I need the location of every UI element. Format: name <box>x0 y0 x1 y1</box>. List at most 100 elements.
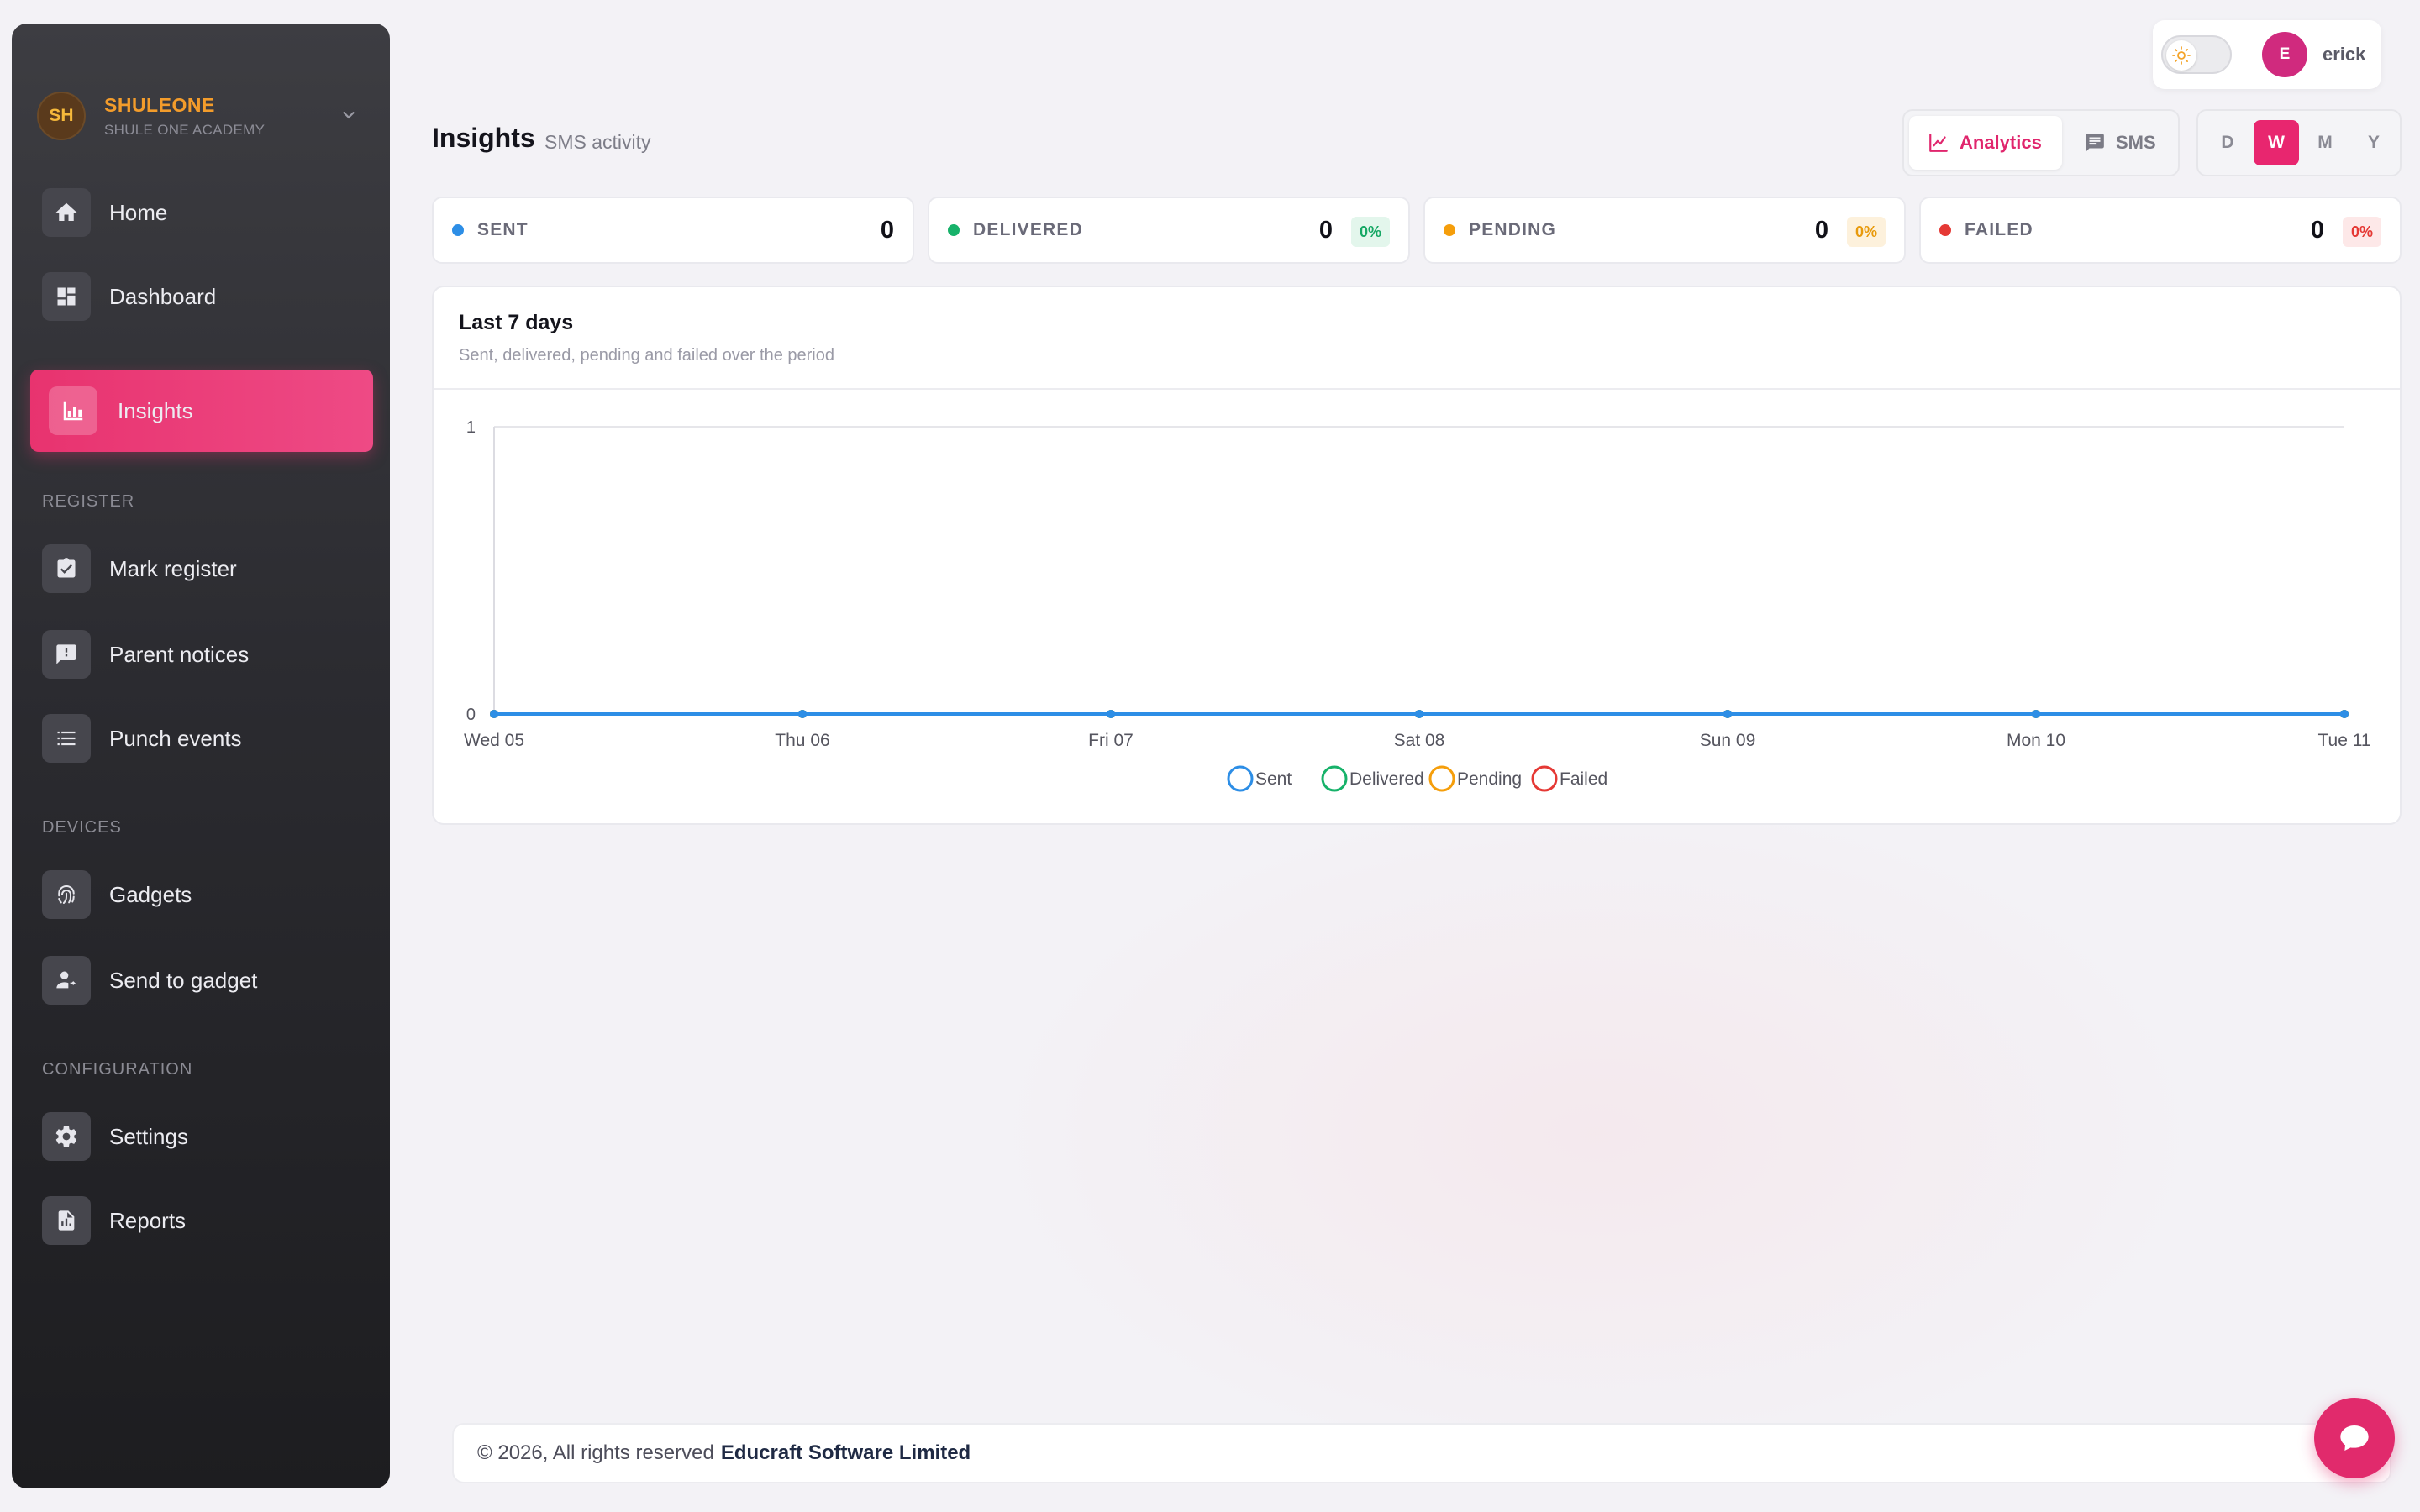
period-month-button[interactable]: M <box>2302 120 2348 165</box>
x-tick-label: Thu 06 <box>775 731 829 750</box>
line-chart-icon <box>1929 134 1948 152</box>
user-send-icon <box>56 971 76 989</box>
sidebar-item-gadgets[interactable]: Gadgets <box>30 853 373 936</box>
theme-toggle[interactable] <box>2161 35 2232 74</box>
stat-value: 0 <box>1814 217 1828 244</box>
home-icon <box>55 202 77 221</box>
period-year-button[interactable]: Y <box>2351 120 2396 165</box>
period-week-button[interactable]: W <box>2254 120 2299 165</box>
data-point-sent <box>798 710 807 718</box>
sidebar: SH SHULEONE SHULE ONE ACADEMY Home Dashb… <box>12 24 390 1488</box>
status-dot <box>452 224 464 236</box>
legend-label: Delivered <box>1349 769 1424 789</box>
x-tick-label: Wed 05 <box>464 731 524 750</box>
sms-tab[interactable]: SMS <box>2072 116 2173 170</box>
bar-chart-icon <box>63 401 83 421</box>
sidebar-item-label: Dashboard <box>109 283 217 309</box>
sidebar-item-reports[interactable]: Reports <box>30 1179 373 1262</box>
status-dot <box>1444 224 1455 236</box>
stat-label: DELIVERED <box>973 220 1083 239</box>
sidebar-item-label: Gadgets <box>109 881 192 907</box>
chevron-down-icon <box>343 112 355 119</box>
legend-label: Pending <box>1457 769 1522 789</box>
x-tick-label: Sun 09 <box>1700 731 1756 750</box>
stat-label: PENDING <box>1469 220 1557 239</box>
sidebar-item-label: Punch events <box>109 725 242 751</box>
user-toolbar: E erick <box>2153 20 2381 89</box>
sidebar-item-send-to-gadget[interactable]: Send to gadget <box>30 939 373 1021</box>
stat-card-sent: SENT 0 <box>432 197 914 264</box>
sidebar-item-label: Mark register <box>109 555 237 581</box>
data-point-sent <box>1723 710 1732 718</box>
sidebar-item-label: Send to gadget <box>109 967 258 993</box>
page-subtitle: SMS activity <box>544 131 651 153</box>
background-glow <box>924 756 2269 1512</box>
brand-switcher[interactable]: SH SHULEONE SHULE ONE ACADEMY <box>37 89 373 143</box>
stat-card-pending: PENDING 0 0% <box>1423 197 1906 264</box>
chat-button[interactable] <box>2314 1398 2395 1478</box>
section-label-register: REGISTER <box>42 492 135 511</box>
x-tick-label: Mon 10 <box>2007 731 2065 750</box>
sidebar-item-mark-register[interactable]: Mark register <box>30 528 373 610</box>
chat-bubble-icon <box>2340 1425 2369 1451</box>
data-point-sent <box>490 710 498 718</box>
brand-subtitle: SHULE ONE ACADEMY <box>104 121 266 138</box>
alert-message-icon <box>56 644 76 664</box>
user-name[interactable]: erick <box>2323 44 2365 66</box>
sidebar-item-punch-events[interactable]: Punch events <box>30 697 373 780</box>
chart-description: Sent, delivered, pending and failed over… <box>459 346 834 365</box>
legend-swatch <box>1428 765 1455 792</box>
x-tick-label: Tue 11 <box>2317 731 2370 750</box>
stat-value: 0 <box>880 217 894 244</box>
legend-label: Failed <box>1560 769 1607 789</box>
page-title: Insights <box>432 123 535 153</box>
sidebar-item-label: Home <box>109 199 168 225</box>
sidebar-item-label: Insights <box>118 397 193 423</box>
message-icon <box>2086 134 2104 152</box>
sidebar-item-dashboard[interactable]: Dashboard <box>30 255 373 338</box>
x-tick-label: Sat 08 <box>1394 731 1445 750</box>
stat-label: FAILED <box>1965 220 2033 239</box>
period-day-button[interactable]: D <box>2205 120 2250 165</box>
footer-company: Educraft Software Limited <box>720 1441 971 1464</box>
chart-card: Last 7 days Sent, delivered, pending and… <box>432 286 2402 825</box>
section-label-devices: DEVICES <box>42 818 122 837</box>
section-label-configuration: CONFIGURATION <box>42 1060 193 1079</box>
stat-value: 0 <box>1318 217 1333 244</box>
stat-card-delivered: DELIVERED 0 0% <box>928 197 1410 264</box>
stat-label: SENT <box>477 220 529 239</box>
sms-tab-label: SMS <box>2116 132 2156 153</box>
sun-icon <box>2172 46 2191 65</box>
y-tick-label: 0 <box>466 706 476 724</box>
data-point-sent <box>1107 710 1115 718</box>
sidebar-item-parent-notices[interactable]: Parent notices <box>30 613 373 696</box>
gear-icon <box>55 1126 77 1147</box>
footer: © 2026, All rights reserved Educraft Sof… <box>452 1423 2391 1483</box>
clipboard-check-icon <box>57 558 76 578</box>
sidebar-item-home[interactable]: Home <box>30 171 373 254</box>
y-tick-label: 1 <box>466 418 476 437</box>
data-point-sent <box>2032 710 2040 718</box>
data-point-sent <box>2340 710 2349 718</box>
x-tick-label: Fri 07 <box>1088 731 1134 750</box>
line-chart: 0 1 Wed 05 Thu 06 Fri 07 Sat 08 Sun 09 Mon 10 Tu… <box>464 418 2371 792</box>
legend-swatch <box>1321 765 1348 792</box>
user-avatar[interactable]: E <box>2262 32 2307 77</box>
sidebar-item-label: Parent notices <box>109 641 250 667</box>
sidebar-item-insights[interactable]: Insights <box>30 370 373 452</box>
analytics-tab[interactable]: Analytics <box>1909 116 2062 170</box>
data-point-sent <box>1415 710 1423 718</box>
footer-copyright: © 2026, All rights reserved <box>477 1441 714 1464</box>
analytics-tab-label: Analytics <box>1960 132 2042 153</box>
legend-swatch <box>1531 765 1558 792</box>
status-dot <box>948 224 960 236</box>
list-icon <box>57 731 76 746</box>
report-file-icon <box>58 1210 75 1231</box>
brand-avatar: SH <box>37 92 86 140</box>
brand-name: SHULEONE <box>104 93 215 116</box>
stat-percent-badge: 0% <box>2342 217 2381 247</box>
sidebar-item-settings[interactable]: Settings <box>30 1095 373 1178</box>
view-switch: Analytics SMS <box>1902 109 2180 176</box>
stat-value: 0 <box>2310 217 2324 244</box>
period-switch: D W M Y <box>2196 109 2402 176</box>
